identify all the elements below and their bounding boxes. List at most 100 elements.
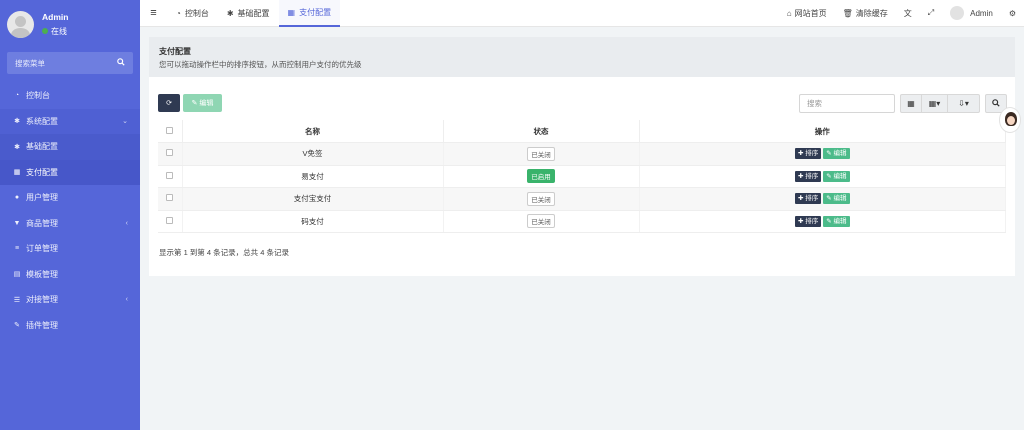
refresh-button[interactable]: ⟳ [158,94,180,112]
payment-name: 码支付 [182,210,444,233]
drag-icon: ✚ [797,172,804,180]
search-icon[interactable] [117,58,125,68]
row-checkbox[interactable] [166,171,174,179]
sidebar-item-integrations[interactable]: ☰ 对接管理 ‹ [0,287,140,313]
sidebar-item-label: 控制台 [26,91,50,101]
tab-payment-config[interactable]: ▦ 支付配置 [278,0,341,27]
sort-button[interactable]: ✚ 排序 [794,193,822,205]
export-button[interactable]: ⇩▾ [947,94,980,113]
status-badge[interactable]: 已关闭 [527,214,555,229]
menu-toggle-icon[interactable]: ≡ [140,7,167,19]
payment-name: 易支付 [182,165,444,188]
gear-icon: ✱ [14,118,20,126]
table-row: 码支付 已关闭 ✚ 排序 ✎ 编辑 [158,210,1006,233]
pencil-icon: ✎ [826,150,832,158]
column-header-actions: 操作 [639,120,1006,143]
sort-label: 排序 [805,150,819,158]
edit-button[interactable]: ✎ 编辑 [183,94,222,112]
gears-icon: ⚙ [1008,8,1016,18]
fullscreen-button[interactable]: ⤢ [920,8,942,18]
page-description: 您可以拖动操作栏中的排序按钮，从而控制用户支付的优先级 [159,60,362,69]
row-edit-button[interactable]: ✎ 编辑 [823,193,850,205]
row-edit-label: 编辑 [833,150,847,158]
sidebar-item-users[interactable]: ● 用户管理 [0,185,140,211]
user-icon: ● [14,194,20,202]
sidebar-item-label: 插件管理 [26,320,58,330]
row-edit-button[interactable]: ✎ 编辑 [823,170,850,182]
table-icon: ▦ [907,99,915,108]
trash-icon: 🗑︎ [842,8,853,18]
home-label: 网站首页 [794,8,827,18]
user-menu-label: Admin [970,8,993,18]
sort-button[interactable]: ✚ 排序 [794,170,822,182]
content-header: 支付配置 您可以拖动操作栏中的排序按钮，从而控制用户支付的优先级 [149,37,1015,77]
sidebar-item-label: 对接管理 [26,295,58,305]
sort-label: 排序 [805,217,819,225]
export-icon: ⇩▾ [958,99,969,108]
sidebar-item-templates[interactable]: ▤ 模板管理 [0,262,140,288]
cart-icon: ▼ [13,219,21,227]
menu-search-input[interactable]: 搜索菜单 [7,52,133,74]
tab-label: 支付配置 [299,7,332,17]
search-icon [992,98,1000,109]
sidebar-item-orders[interactable]: ≡ 订单管理 [0,236,140,262]
language-button[interactable]: 文 [896,8,920,19]
pagination-info: 显示第 1 到第 4 条记录，总共 4 条记录 [159,248,290,257]
status-badge[interactable]: 已关闭 [527,191,555,206]
select-all-cell [158,120,183,143]
row-checkbox[interactable] [166,216,174,224]
select-all-checkbox[interactable] [166,126,174,134]
fullscreen-icon: ⤢ [927,8,935,17]
row-edit-label: 编辑 [833,217,847,225]
status-badge[interactable]: 已启用 [527,169,555,184]
columns-button[interactable]: ▦▾ [921,94,948,113]
tab-dashboard[interactable]: ◔ 控制台 [167,0,218,27]
drag-icon: ✚ [797,150,804,158]
support-avatar-icon[interactable] [999,107,1021,133]
settings-button[interactable]: ⚙ [1001,9,1024,18]
gear-icon: ✱ [14,143,20,151]
refresh-icon: ⟳ [166,100,172,107]
user-menu[interactable]: Admin [942,6,1001,20]
translate-icon: 文 [903,8,912,18]
table-search-input[interactable]: 搜索 [799,94,895,113]
sort-label: 排序 [805,172,819,180]
sidebar-item-plugins[interactable]: ✎ 插件管理 [0,313,140,339]
row-checkbox[interactable] [166,194,174,202]
sidebar-item-system-config[interactable]: ✱ 系统配置 ⌄ [0,108,140,134]
sidebar-item-products[interactable]: ▼ 商品管理 ‹ [0,211,140,237]
sidebar-item-payment-config[interactable]: ▦ 支付配置 [0,159,140,185]
dashboard-icon: ◔ [176,8,181,18]
home-link[interactable]: ⌂ 网站首页 [779,8,835,19]
toggle-view-button[interactable]: ▦ [900,94,922,113]
sidebar-item-label: 系统配置 [26,116,58,126]
drag-icon: ✚ [797,217,804,225]
user-name: Admin [42,11,69,22]
drag-icon: ✚ [797,195,804,203]
table-row: 易支付 已启用 ✚ 排序 ✎ 编辑 [158,165,1006,188]
table-row: 支付宝支付 已关闭 ✚ 排序 ✎ 编辑 [158,187,1006,211]
list-icon: ≡ [14,245,20,253]
sidebar-item-label: 支付配置 [26,167,58,177]
pencil-icon: ✎ [826,172,832,180]
sort-button[interactable]: ✚ 排序 [794,215,822,227]
plugin-icon: ✎ [14,322,20,330]
row-edit-button[interactable]: ✎ 编辑 [823,148,850,160]
sidebar-item-label: 模板管理 [26,269,58,279]
tab-label: 基础配置 [237,8,270,18]
user-status-label: 在线 [51,26,67,36]
tab-basic-config[interactable]: ✱ 基础配置 [218,0,279,27]
page-title: 支付配置 [159,47,191,56]
avatar [950,6,965,20]
sort-label: 排序 [805,195,819,203]
clear-cache-button[interactable]: 🗑︎ 清除缓存 [835,8,896,19]
payment-name: 支付宝支付 [182,187,444,211]
table-icon: ▦ [13,169,21,177]
row-edit-button[interactable]: ✎ 编辑 [823,215,850,227]
dashboard-icon: ◔ [14,92,20,100]
row-checkbox[interactable] [166,149,174,157]
status-badge[interactable]: 已关闭 [527,146,555,161]
sidebar-item-basic-config[interactable]: ✱ 基础配置 [0,134,140,160]
sort-button[interactable]: ✚ 排序 [794,148,822,160]
sidebar-item-dashboard[interactable]: ◔ 控制台 [0,83,140,109]
